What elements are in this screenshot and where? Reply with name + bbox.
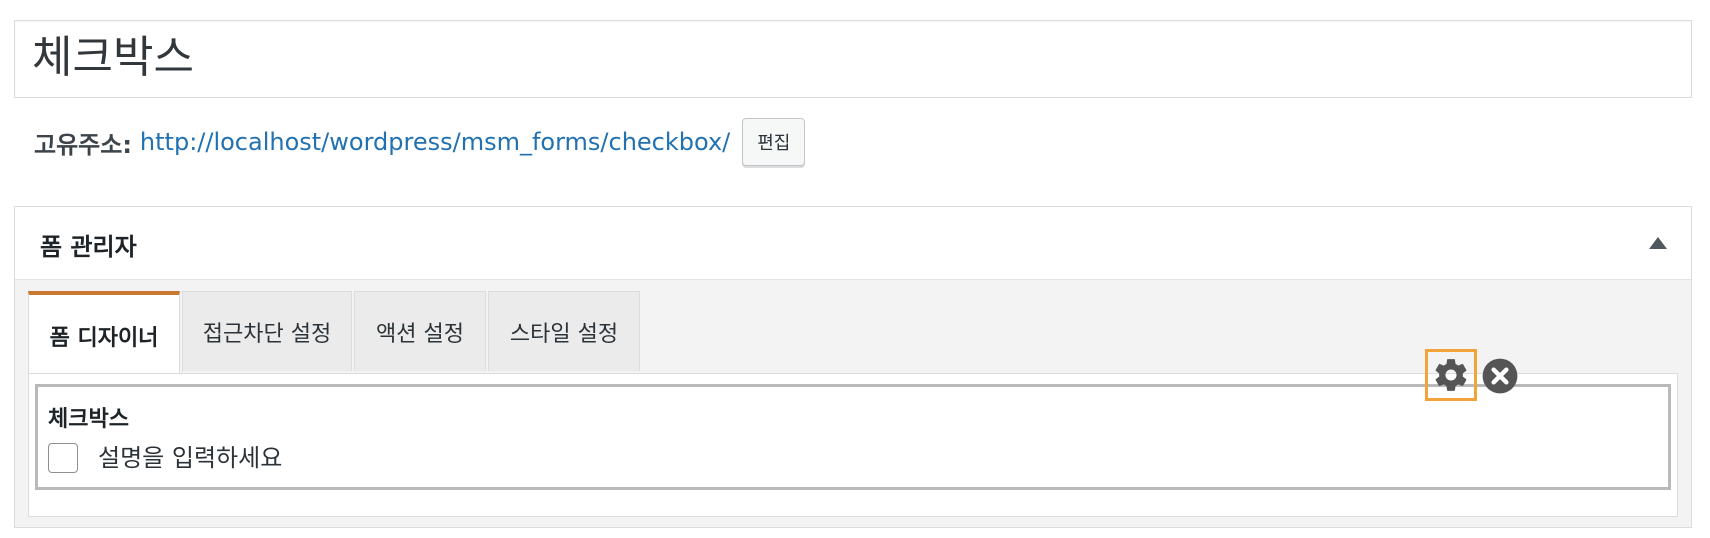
tab-style-settings[interactable]: 스타일 설정 [488, 291, 640, 371]
metabox-header[interactable]: 폼 관리자 [15, 207, 1691, 280]
metabox-title: 폼 관리자 [40, 233, 137, 261]
gear-icon [1435, 359, 1467, 391]
permalink-edit-button[interactable]: 편집 [742, 118, 806, 166]
field-description: 설명을 입력하세요 [98, 444, 283, 472]
field-checkbox[interactable] [48, 443, 78, 473]
permalink-row: 고유주소: http://localhost/wordpress/msm_for… [34, 118, 806, 166]
close-circle-icon [1482, 358, 1518, 394]
post-title-field[interactable]: 체크박스 [14, 20, 1692, 98]
post-title: 체크박스 [32, 32, 194, 83]
tab-action-settings[interactable]: 액션 설정 [354, 291, 486, 371]
collapse-toggle-icon[interactable] [1649, 237, 1667, 249]
field-remove-button[interactable] [1480, 356, 1520, 396]
field-title: 체크박스 [48, 407, 129, 432]
tab-form-designer[interactable]: 폼 디자이너 [28, 291, 180, 373]
tab-access-block-settings[interactable]: 접근차단 설정 [182, 291, 352, 371]
permalink-label: 고유주소: [34, 130, 132, 159]
permalink-link[interactable]: http://localhost/wordpress/msm_forms/che… [140, 128, 730, 156]
form-tabs: 폼 디자이너 접근차단 설정 액션 설정 스타일 설정 [28, 291, 640, 373]
field-settings-button[interactable] [1425, 349, 1477, 401]
